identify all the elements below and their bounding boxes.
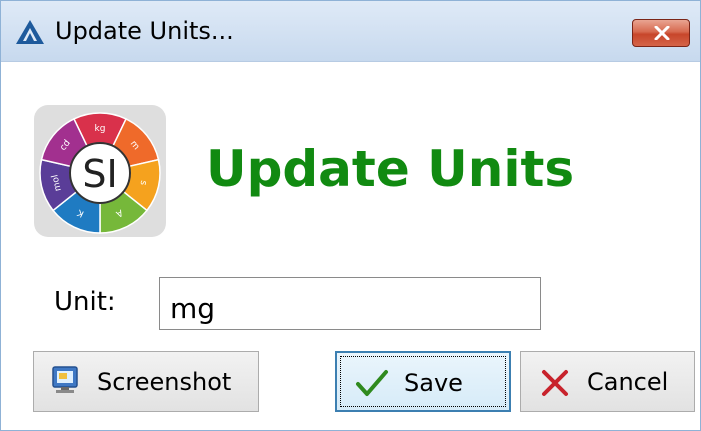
update-units-dialog: Update Units... kg m s A Kmol cd SI Update Un… <box>0 0 701 431</box>
close-icon <box>654 26 670 40</box>
cancel-button[interactable]: Cancel <box>520 351 695 412</box>
unit-label: Unit: <box>54 287 116 317</box>
cancel-x-icon <box>542 370 568 396</box>
screenshot-icon <box>52 366 78 393</box>
close-button[interactable] <box>632 19 690 47</box>
title-bar[interactable]: Update Units... <box>1 1 700 62</box>
window-title: Update Units... <box>55 17 234 45</box>
cancel-label: Cancel <box>587 368 669 396</box>
si-units-logo: kgmsAKmolcd SI <box>34 105 166 237</box>
screenshot-button[interactable]: Screenshot <box>33 351 259 412</box>
unit-input[interactable] <box>159 277 541 330</box>
logo-center-text: SI <box>82 152 117 196</box>
checkmark-icon <box>356 370 388 396</box>
save-label: Save <box>404 369 463 397</box>
page-heading: Update Units <box>206 140 575 198</box>
save-button[interactable]: Save <box>335 351 511 412</box>
logo-segment-label: kg <box>95 124 106 134</box>
triangle-logo-icon <box>16 20 44 44</box>
screenshot-label: Screenshot <box>97 368 232 396</box>
